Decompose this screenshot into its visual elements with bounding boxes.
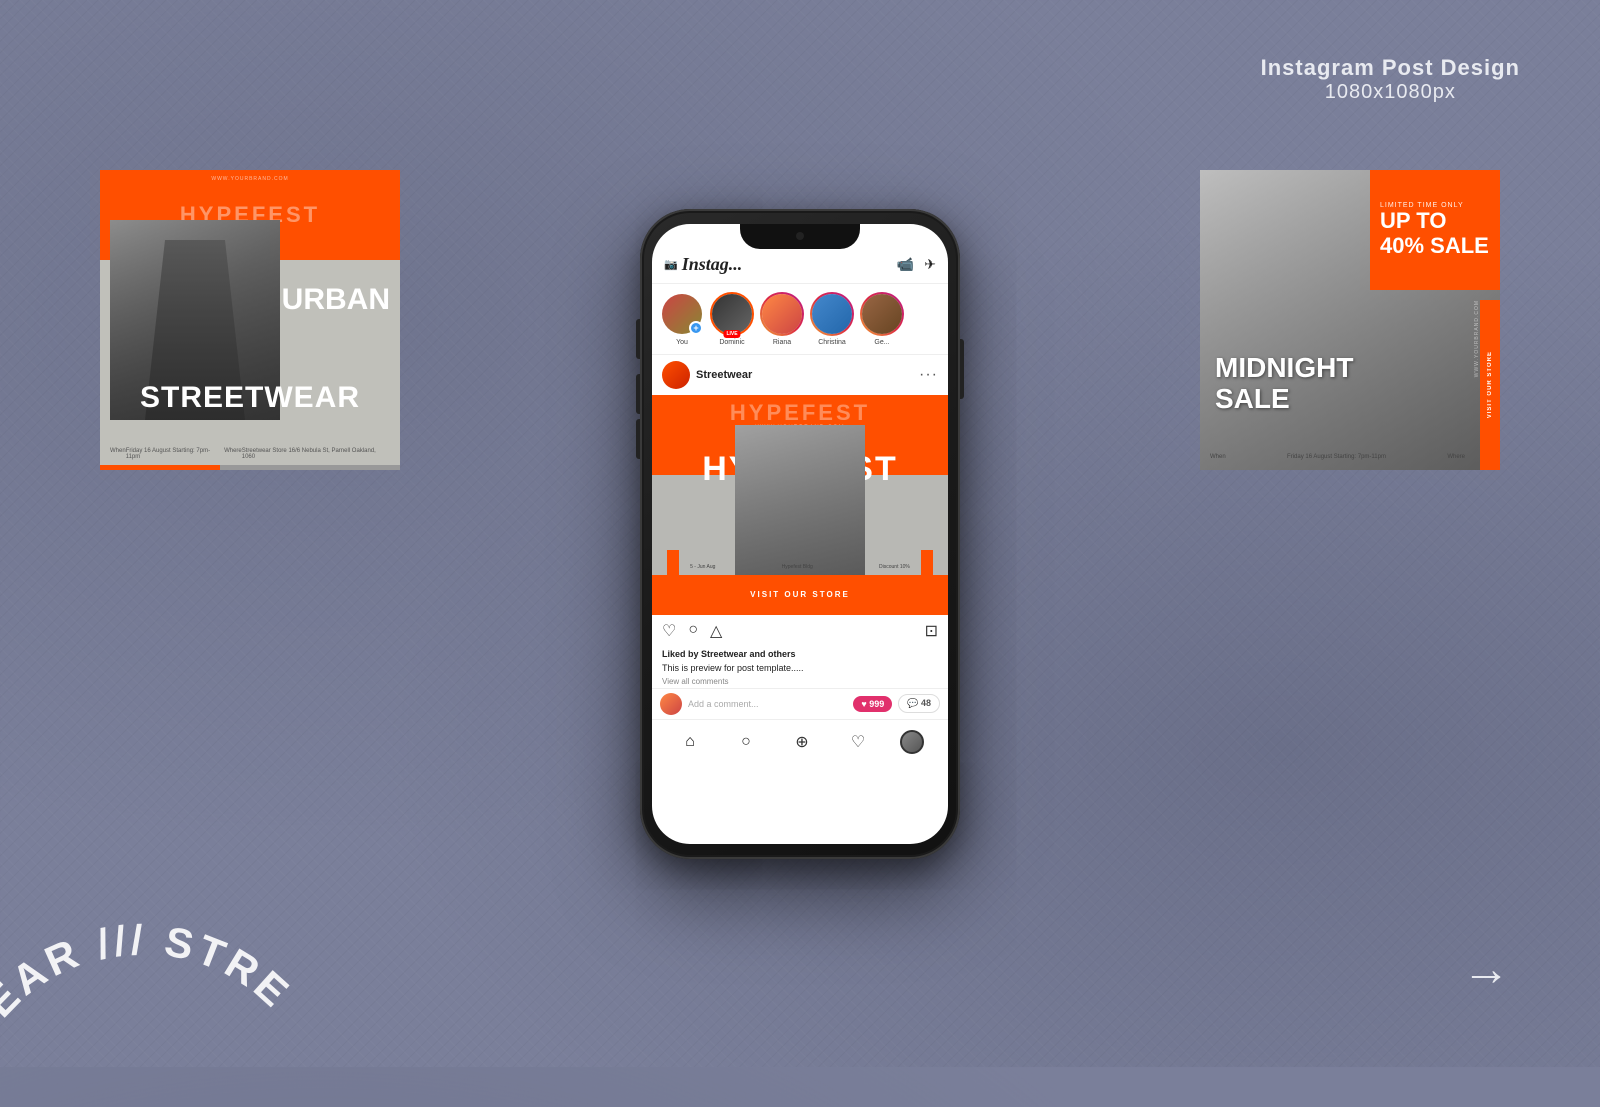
ig-logo: 📷 Instag...: [664, 254, 742, 275]
nav-search-icon[interactable]: ○: [732, 728, 760, 756]
post-orange-footer: VISIT OUR STORE: [652, 575, 948, 615]
instagram-ui: 📷 Instag... 📹 ✈ + You: [652, 224, 948, 844]
story-label-you: You: [676, 339, 688, 346]
ig-view-comments[interactable]: View all comments: [652, 675, 948, 688]
nav-add-icon[interactable]: ⊕: [788, 728, 816, 756]
left-card-where-value: Streetwear Store 16/6 Nebula St, Parnell…: [242, 448, 390, 460]
top-label-title: Instagram Post Design: [1261, 55, 1520, 81]
story-inner-dominic: [712, 294, 752, 334]
post-visit-text: VISIT OUR STORE: [750, 590, 850, 599]
story-label-ge: Ge...: [874, 339, 889, 346]
live-badge-dominic: LIVE: [723, 330, 740, 338]
ig-right-actions: ⊡: [925, 621, 938, 641]
story-inner-christina: [812, 294, 852, 334]
right-card-sale-text: UP TO40% SALE: [1380, 209, 1489, 257]
ig-nav-bar: ⌂ ○ ⊕ ♡: [652, 719, 948, 764]
comment-input[interactable]: Add a comment...: [688, 699, 847, 709]
post-hypefest-ghost: HYPEFEST: [652, 400, 948, 426]
post-info-col2: Hypefest Bldg: [782, 564, 813, 570]
right-card-visit-text: VISIT OUR STORE: [1487, 351, 1493, 418]
post-orange-accent-left: [667, 550, 679, 575]
right-card-visit-store: VISIT OUR STORE: [1480, 300, 1500, 470]
right-card: LIMITED TIME ONLY UP TO40% SALE MIDNIGHT…: [1200, 170, 1500, 470]
ig-logo-text: Instag...: [682, 254, 743, 275]
top-label: Instagram Post Design 1080x1080px: [1261, 55, 1520, 104]
nav-heart-icon[interactable]: ♡: [844, 728, 872, 756]
left-card-website: WWW.YOURBRAND.COM: [100, 176, 400, 182]
poster-name: Streetwear: [696, 369, 752, 381]
right-card-sale-block: LIMITED TIME ONLY UP TO40% SALE: [1370, 170, 1500, 290]
phone-screen: 📷 Instag... 📹 ✈ + You: [652, 224, 948, 844]
post-info-col3: Discount 10%: [879, 564, 910, 570]
right-card-midnight: MIDNIGHTSALE: [1215, 353, 1353, 415]
left-card-when-label: When: [110, 448, 126, 460]
share-icon[interactable]: △: [710, 621, 722, 641]
ig-left-actions: ♡ ○ △: [662, 621, 722, 641]
curved-text: WEAR /// STRE: [0, 757, 300, 1107]
send-icon[interactable]: ✈: [924, 256, 936, 273]
comment-counter: 💬 48: [898, 694, 940, 713]
right-card-website: WWW.YOURBRAND.COM: [1474, 300, 1480, 377]
top-label-subtitle: 1080x1080px: [1261, 81, 1520, 104]
phone-outer: 📷 Instag... 📹 ✈ + You: [640, 209, 960, 859]
phone-notch: [740, 224, 860, 249]
story-label-dominic: Dominic: [719, 339, 744, 346]
post-orange-accent-right: [921, 550, 933, 575]
story-avatar-riana: [760, 292, 804, 336]
post-image: HYPEFEST WWW.YOURBRAND.COM HYPEFEST 5 - …: [652, 395, 948, 615]
post-more-icon[interactable]: ···: [919, 366, 938, 384]
phone-mockup: 📷 Instag... 📹 ✈ + You: [640, 209, 960, 859]
like-icon[interactable]: ♡: [662, 621, 676, 641]
left-card: WWW.YOURBRAND.COM HYPEFEST URBAN STREETW…: [100, 170, 400, 470]
story-label-riana: Riana: [773, 339, 791, 346]
story-avatar-dominic: LIVE: [710, 292, 754, 336]
story-item-christina[interactable]: Christina: [810, 292, 854, 346]
story-item-ge[interactable]: Ge...: [860, 292, 904, 346]
post-info-row: 5 - Jun Aug Hypefest Bldg Discount 10%: [652, 564, 948, 570]
story-avatar-ge: [860, 292, 904, 336]
poster-info: Streetwear: [662, 361, 752, 389]
story-avatar-christina: [810, 292, 854, 336]
left-card-urban: URBAN: [282, 285, 390, 315]
post-info-col1: 5 - Jun Aug: [690, 564, 715, 570]
like-counter: ♥ 999: [853, 696, 892, 712]
left-card-when-value: Friday 16 August Starting: 7pm-11pm: [126, 448, 224, 460]
right-card-bottom-info: When Friday 16 August Starting: 7pm-11pm…: [1210, 454, 1465, 460]
ig-stories: + You LIVE Dominic: [652, 284, 948, 355]
add-story-icon: +: [689, 321, 703, 335]
poster-avatar: [662, 361, 690, 389]
camera-icon: 📷: [664, 258, 678, 271]
story-inner-ge: [862, 294, 902, 334]
left-card-where-label: Where: [224, 448, 242, 460]
arrow-icon[interactable]: →: [1462, 942, 1510, 997]
svg-text:WEAR /// STRE: WEAR /// STRE: [0, 916, 300, 1061]
bookmark-icon[interactable]: ⊡: [925, 623, 938, 640]
story-item-you[interactable]: + You: [660, 292, 704, 346]
left-card-streetwear: STREETWEAR: [100, 381, 400, 415]
right-card-when-value: Friday 16 August Starting: 7pm-11pm: [1287, 454, 1386, 460]
ig-post-header: Streetwear ···: [652, 355, 948, 395]
story-label-christina: Christina: [818, 339, 846, 346]
ig-actions: ♡ ○ △ ⊡: [652, 615, 948, 647]
ig-header-icons: 📹 ✈: [897, 256, 936, 273]
ig-caption: This is preview for post template.....: [652, 661, 948, 675]
left-card-bottom-info: When Friday 16 August Starting: 7pm-11pm…: [110, 448, 390, 460]
story-inner-riana: [762, 294, 802, 334]
post-center-photo: [735, 425, 865, 580]
ig-add-comment: Add a comment... ♥ 999 💬 48: [652, 688, 948, 719]
story-item-dominic[interactable]: LIVE Dominic: [710, 292, 754, 346]
video-icon[interactable]: 📹: [897, 256, 914, 273]
comment-icon[interactable]: ○: [688, 621, 698, 641]
story-item-riana[interactable]: Riana: [760, 292, 804, 346]
comment-avatar: [660, 693, 682, 715]
nav-home-icon[interactable]: ⌂: [676, 728, 704, 756]
story-avatar-you: +: [660, 292, 704, 336]
right-card-where-label: Where: [1447, 454, 1465, 460]
left-card-bottom-bar: [100, 465, 400, 470]
nav-profile-avatar[interactable]: [900, 730, 924, 754]
right-card-when-label: When: [1210, 454, 1226, 460]
ig-likes: Liked by Streetwear and others: [652, 647, 948, 661]
